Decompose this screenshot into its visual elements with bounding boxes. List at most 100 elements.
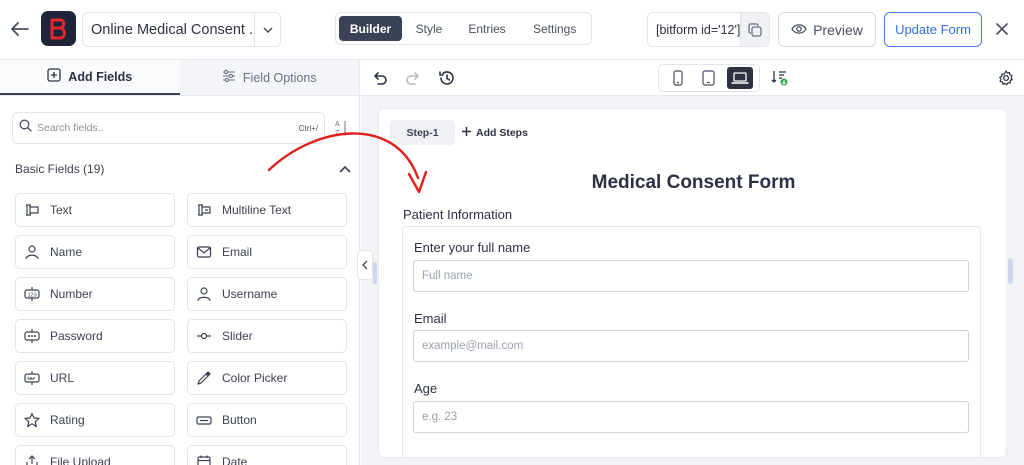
number-icon: 123: [23, 285, 41, 303]
tab-add-fields[interactable]: Add Fields: [0, 60, 180, 95]
eye-icon: [791, 22, 807, 38]
step-tab[interactable]: Step-1: [390, 120, 455, 145]
field-label: Slider: [222, 329, 253, 343]
add-steps-label: Add Steps: [476, 127, 528, 139]
tab-entries[interactable]: Entries: [456, 16, 518, 41]
tablet-icon[interactable]: [696, 67, 722, 89]
field-date-button[interactable]: Date: [187, 445, 347, 465]
field-name-button[interactable]: Name: [15, 235, 175, 269]
gear-icon[interactable]: [995, 67, 1017, 89]
field-color-picker-button[interactable]: Color Picker: [187, 361, 347, 395]
field-label: Multiline Text: [222, 203, 292, 217]
form-title-select[interactable]: Online Medical Consent ...: [82, 12, 281, 47]
sliders-icon: [222, 69, 236, 86]
field-email-button[interactable]: Email: [187, 235, 347, 269]
field-label: Email: [222, 245, 253, 259]
button-icon: [195, 411, 213, 429]
tab-style[interactable]: Style: [404, 16, 454, 41]
panel-tabs: Add Fields Field Options: [0, 60, 359, 96]
sort-download-icon[interactable]: [769, 67, 791, 89]
field-options-label: Field Options: [242, 70, 317, 85]
url-icon: [23, 369, 41, 387]
field-multiline-button[interactable]: Multiline Text: [187, 193, 347, 227]
password-icon: [23, 327, 41, 345]
search-input[interactable]: Search fields.. Ctrl+/: [12, 112, 325, 144]
field-button-button[interactable]: Button: [187, 403, 347, 437]
add-fields-label: Add Fields: [68, 69, 133, 84]
field-label: Name: [50, 245, 83, 259]
form-title-text: Online Medical Consent ...: [91, 21, 254, 38]
chevron-up-icon[interactable]: [339, 160, 351, 178]
main-tabs: Builder Style Entries Settings: [335, 12, 592, 45]
user-icon: [195, 285, 213, 303]
field-label: URL: [50, 371, 75, 385]
undo-icon[interactable]: [369, 67, 391, 89]
field-file-upload-button[interactable]: File Upload: [15, 445, 175, 465]
field-number-button[interactable]: 123 Number: [15, 277, 175, 311]
back-arrow-icon[interactable]: [9, 18, 31, 40]
envelope-icon: [195, 243, 213, 261]
shortcode-box: [bitform id='12']: [647, 12, 770, 47]
search-shortcut: Ctrl+/: [298, 123, 318, 133]
text-field-icon: [23, 201, 41, 219]
eyedropper-icon: [195, 369, 213, 387]
close-icon[interactable]: [992, 19, 1012, 39]
update-form-button[interactable]: Update Form: [884, 12, 982, 47]
tab-field-options[interactable]: Field Options: [179, 60, 359, 95]
tab-settings[interactable]: Settings: [520, 16, 589, 41]
full-name-label: Enter your full name: [414, 240, 531, 255]
upload-icon: [23, 453, 41, 465]
email-label: Email: [414, 311, 447, 326]
age-label: Age: [414, 381, 438, 396]
field-slider-button[interactable]: Slider: [187, 319, 347, 353]
field-label: Color Picker: [222, 371, 288, 385]
section-label: Patient Information: [403, 207, 513, 222]
field-url-button[interactable]: URL: [15, 361, 175, 395]
preview-button[interactable]: Preview: [778, 12, 876, 47]
field-label: Number: [50, 287, 93, 301]
basic-fields-title: Basic Fields (19): [15, 162, 105, 176]
preview-label: Preview: [813, 21, 863, 38]
shortcode-text: [bitform id='12']: [656, 22, 741, 37]
laptop-icon[interactable]: [726, 67, 753, 89]
tab-builder[interactable]: Builder: [339, 16, 402, 41]
star-icon: [23, 411, 41, 429]
field-label: Date: [222, 455, 248, 465]
resize-handle-left[interactable]: [373, 262, 377, 284]
chevron-left-icon[interactable]: [357, 250, 373, 280]
multiline-text-icon: [195, 201, 213, 219]
plus-icon: [461, 126, 472, 140]
add-steps-button[interactable]: Add Steps: [461, 122, 528, 144]
mobile-icon[interactable]: [665, 67, 691, 89]
basic-fields-header[interactable]: Basic Fields (19): [15, 160, 351, 178]
svg-text:Z: Z: [335, 130, 340, 137]
user-icon: [23, 243, 41, 261]
copy-icon[interactable]: [740, 13, 769, 46]
field-label: File Upload: [50, 455, 111, 465]
field-label: Rating: [50, 413, 85, 427]
chevron-down-icon[interactable]: [254, 13, 280, 46]
field-username-button[interactable]: Username: [187, 277, 347, 311]
field-label: Username: [222, 287, 278, 301]
device-switcher: [658, 64, 760, 92]
resize-handle-right[interactable]: [1008, 258, 1013, 284]
email-input[interactable]: [413, 330, 969, 362]
svg-text:123: 123: [28, 293, 37, 299]
redo-icon[interactable]: [402, 67, 424, 89]
top-bar: Online Medical Consent ... Builder Style…: [0, 0, 1024, 60]
field-rating-button[interactable]: Rating: [15, 403, 175, 437]
patient-info-section: Enter your full name Email Age: [402, 226, 981, 457]
form-preview: Step-1 Add Steps Medical Consent Form Pa…: [378, 108, 1007, 458]
history-icon[interactable]: [436, 67, 458, 89]
field-label: Text: [50, 203, 73, 217]
full-name-input[interactable]: [413, 260, 969, 292]
left-panel: Add Fields Field Options Search fields..…: [0, 60, 360, 465]
canvas-toolbar: [361, 60, 1024, 96]
search-placeholder: Search fields..: [37, 122, 104, 134]
field-password-button[interactable]: Password: [15, 319, 175, 353]
sort-az-icon[interactable]: AZ: [334, 118, 350, 138]
field-label: Button: [222, 413, 257, 427]
age-input[interactable]: [413, 401, 969, 433]
plus-square-icon: [47, 68, 61, 85]
field-text-button[interactable]: Text: [15, 193, 175, 227]
